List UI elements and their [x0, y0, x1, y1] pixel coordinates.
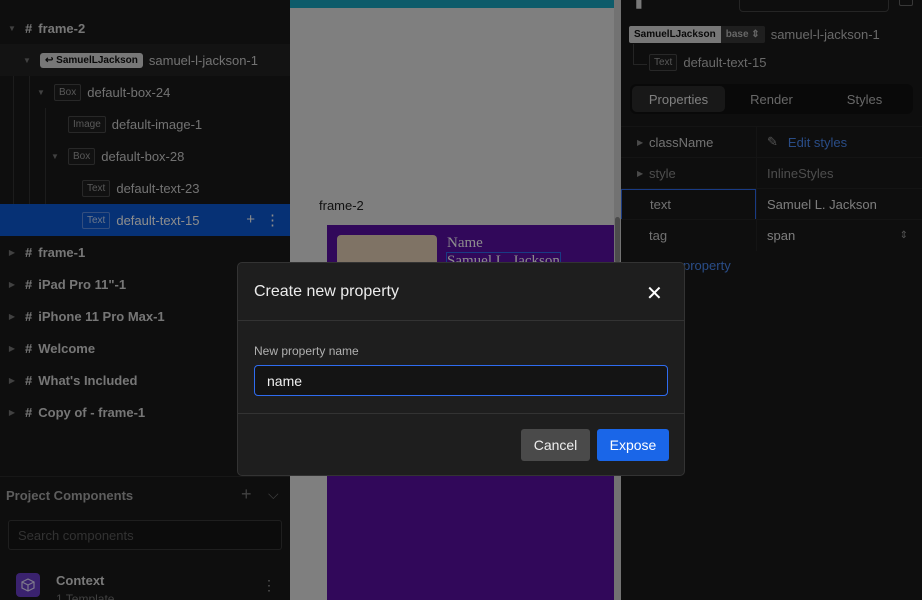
- divider: [238, 320, 684, 321]
- cancel-button[interactable]: Cancel: [521, 429, 590, 461]
- expose-button[interactable]: Expose: [597, 429, 669, 461]
- property-name-input[interactable]: [254, 365, 668, 396]
- property-name-label: New property name: [254, 344, 359, 358]
- dialog-title: Create new property: [254, 283, 399, 300]
- editor-app: ▼ # frame-2 ▼ ↩ SamuelLJackson samuel-l-…: [0, 0, 922, 600]
- divider: [238, 413, 684, 414]
- close-icon[interactable]: ✕: [646, 281, 663, 306]
- create-property-dialog: Create new property ✕ New property name …: [237, 262, 685, 476]
